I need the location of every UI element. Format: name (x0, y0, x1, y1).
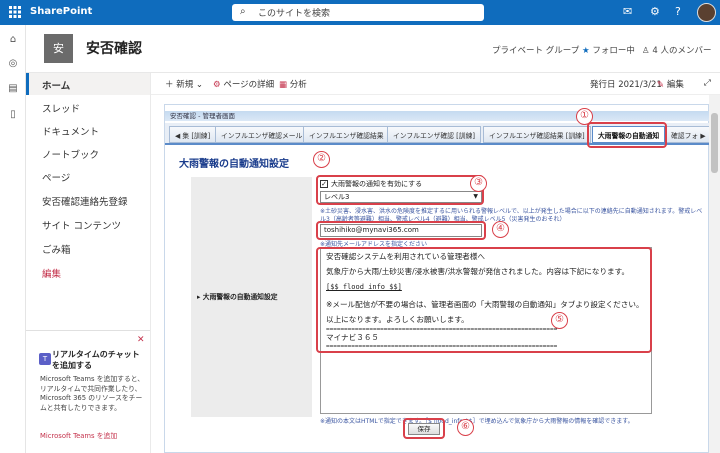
tab-flu-mail[interactable]: インフルエンザ確認メール (215, 126, 309, 143)
help-icon[interactable]: ? (675, 5, 681, 18)
app-title-strip: 安否確認 - 管理者画面 (165, 111, 710, 121)
command-bar: ＋ 新規 ⌄ ⚙ ページの詳細 ▦ 分析 発行日 2021/3/21 ✎ 編集 … (151, 73, 720, 95)
expand-icon[interactable]: ⤢ (704, 78, 711, 88)
chart-icon: ▦ (279, 80, 290, 90)
search-box[interactable]: ⌕ このサイトを検索 (232, 4, 484, 21)
brand-title[interactable]: SharePoint (30, 6, 92, 17)
tab-flu-results-training[interactable]: インフルエンザ確認結果 [訓練] (483, 126, 591, 143)
members-button[interactable]: ♙ 4 人のメンバー (642, 44, 711, 56)
plus-icon: ＋ (165, 80, 177, 90)
annotation-5: ⑤ (551, 312, 568, 329)
files-icon[interactable]: ▯ (6, 109, 20, 123)
nav-item-edit[interactable]: 編集 (26, 261, 150, 283)
tab-flu-results[interactable]: インフルエンザ確認結果 (303, 126, 390, 143)
highlight-tab (587, 122, 667, 148)
admin-app-frame: 安否確認 - 管理者画面 ◀ 集 [訓練] インフルエンザ確認メール インフルエ… (164, 104, 712, 453)
body-note: ※通知の本文はHTMLで指定できます。［$ flood_info $$］で埋め込… (320, 418, 634, 425)
nav-item-pages[interactable]: ページ (26, 165, 150, 187)
gear-icon[interactable]: ⚙ (650, 5, 660, 18)
annotation-2: ② (313, 151, 330, 168)
annotation-3: ③ (470, 175, 487, 192)
page-details-button[interactable]: ⚙ ページの詳細 (213, 78, 274, 90)
annotation-6: ⑥ (457, 419, 474, 436)
edit-button[interactable]: ✎ 編集 (657, 78, 684, 90)
privacy-label: プライベート グループ (492, 46, 580, 56)
tab-prev[interactable]: ◀ 集 [訓練] (169, 126, 217, 143)
annotation-4: ④ (492, 221, 509, 238)
close-icon[interactable]: ✕ (137, 335, 145, 345)
app-rail: ⌂ ◎ ▤ ▯ (0, 25, 26, 453)
row-label-cell: ▸ 大雨警報の自動通知設定 (191, 177, 312, 417)
teams-card-title: リアルタイムのチャットを追加する (52, 350, 140, 370)
highlight-enable (316, 175, 484, 205)
nav-item-documents[interactable]: ドキュメント (26, 119, 150, 141)
tab-flu-training[interactable]: インフルエンザ確認 [訓練] (387, 126, 482, 143)
tab-next[interactable]: 確認フォ ▶ (665, 126, 712, 143)
nav-item-notebook[interactable]: ノートブック (26, 142, 150, 164)
app-launcher-icon[interactable] (8, 5, 22, 19)
highlight-email (316, 221, 486, 240)
megaphone-icon[interactable]: ✉ (623, 5, 632, 18)
row-label: ▸ 大雨警報の自動通知設定 (197, 293, 278, 301)
avatar[interactable] (697, 3, 716, 22)
settings-icon: ⚙ (213, 80, 224, 90)
published-date: 発行日 2021/3/21 (590, 80, 662, 90)
annotation-1: ① (576, 108, 593, 125)
analytics-button[interactable]: ▦ 分析 (279, 78, 307, 90)
follow-button[interactable]: ★ フォロー中 (582, 44, 635, 56)
home-icon[interactable]: ⌂ (6, 34, 20, 48)
add-teams-link[interactable]: Microsoft Teams を追加 (40, 430, 117, 440)
person-icon: ♙ (642, 46, 653, 56)
news-icon[interactable]: ▤ (6, 83, 20, 97)
suite-bar: SharePoint ⌕ このサイトを検索 ✉ ⚙ ? (0, 0, 720, 25)
globe-icon[interactable]: ◎ (6, 58, 20, 72)
site-title[interactable]: 安否確認 (86, 38, 142, 58)
nav-item-threads[interactable]: スレッド (26, 96, 150, 118)
highlight-save (403, 418, 445, 439)
scrollbar-thumb[interactable] (711, 113, 718, 173)
teams-promo-card: ✕ T リアルタイムのチャットを追加する Microsoft Teams を追加… (26, 330, 150, 453)
new-button[interactable]: ＋ 新規 ⌄ (165, 78, 203, 90)
page-scrollbar[interactable] (709, 95, 720, 453)
teams-card-body: Microsoft Teams を追加すると、リアルタイムで共同作業したり、Mi… (40, 375, 145, 412)
star-icon: ★ (582, 46, 593, 56)
pencil-icon: ✎ (657, 80, 667, 90)
nav-item-home[interactable]: ホーム (26, 73, 150, 95)
teams-icon: T (39, 353, 51, 365)
section-title: 大雨警報の自動通知設定 (179, 159, 289, 170)
search-placeholder: このサイトを検索 (258, 9, 331, 19)
search-icon: ⌕ (240, 6, 246, 17)
site-header: 安 安否確認 プライベート グループ ★ フォロー中 ♙ 4 人のメンバー (26, 25, 720, 73)
nav-item-recycle-bin[interactable]: ごみ箱 (26, 237, 150, 259)
nav-item-site-contents[interactable]: サイト コンテンツ (26, 213, 150, 235)
chevron-down-icon: ⌄ (195, 80, 204, 90)
highlight-message (316, 247, 652, 353)
site-logo[interactable]: 安 (44, 34, 73, 63)
nav-item-contacts[interactable]: 安否確認連絡先登録 (26, 189, 150, 211)
